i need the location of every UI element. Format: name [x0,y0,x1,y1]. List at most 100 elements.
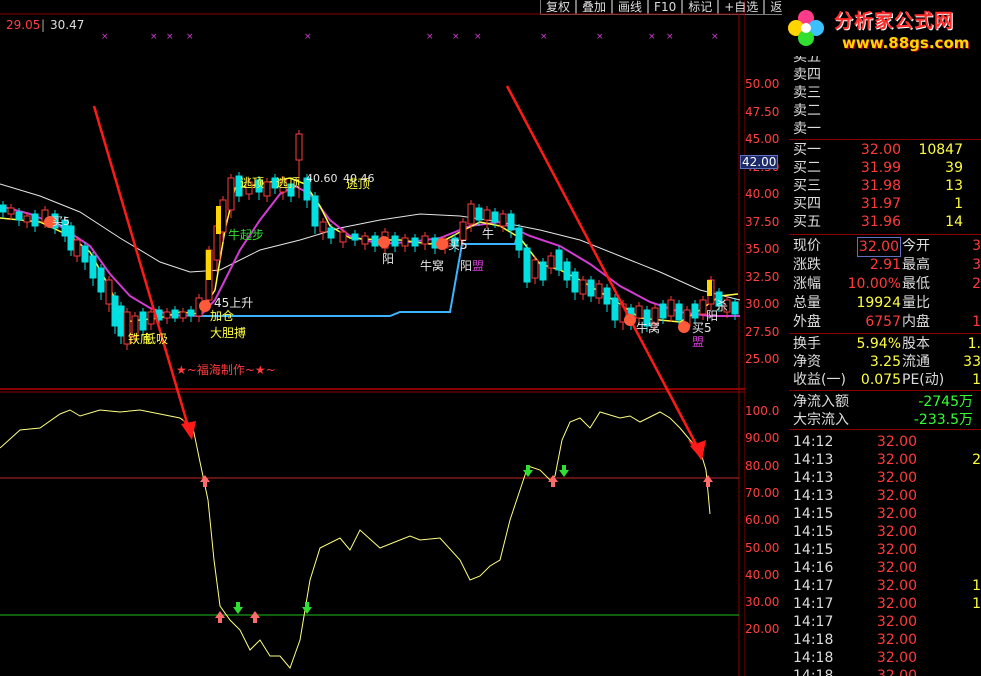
candle-body[interactable] [571,271,579,293]
candle-body[interactable] [587,279,595,297]
candle-body[interactable] [467,203,475,225]
candle-body[interactable] [351,233,359,241]
candle-body[interactable] [555,249,563,271]
price-axis-tick: 30.00 [745,297,780,311]
candle-body[interactable] [31,213,39,227]
candle-body[interactable] [73,239,81,257]
candle-body[interactable] [179,311,187,319]
candle-body[interactable] [0,204,7,213]
signal-markers-top: × × × × × × × × × × × × × [101,32,719,42]
candle-body[interactable] [675,303,683,321]
bull-start-label: 牛起步 [228,228,265,242]
candle-body[interactable] [499,213,507,227]
buy-row[interactable]: 买四 31.97 1 [789,195,981,213]
candle-body[interactable] [475,207,483,221]
candle-body[interactable] [507,213,515,231]
buy-row[interactable]: 买二 31.99 39 [789,159,981,177]
tick-time: 14:17 [793,614,834,630]
candle-body[interactable] [531,259,539,279]
buy-price: 31.99 [860,160,901,176]
tick-price: 32.00 [876,668,917,676]
candle-body[interactable] [227,177,235,211]
tick-price: 32.00 [876,650,917,666]
candle-body[interactable] [691,303,699,319]
candle-body[interactable] [361,235,369,245]
candle-body[interactable] [67,225,75,251]
candle-body[interactable] [659,303,667,319]
buy-price: 31.97 [860,196,901,212]
candle-body[interactable] [421,235,429,245]
candle-body[interactable] [411,237,419,247]
candle-body[interactable] [105,279,113,305]
candle-body[interactable] [371,235,379,247]
sun-label-a: 阳 [382,252,395,266]
candle-body[interactable] [97,267,105,293]
buy-price: 32.00 [860,142,901,158]
candle-body[interactable] [523,247,531,283]
stat-value-2: 3 [972,238,981,254]
candle-body[interactable] [731,301,739,315]
candle-body[interactable] [611,297,619,321]
candle-body[interactable] [23,215,31,223]
buy-row[interactable]: 买三 31.98 13 [789,177,981,195]
candle-body[interactable] [491,211,499,223]
flower-logo-icon [788,10,824,46]
current-price-tag: 42.00 [740,155,779,169]
stat-label: 外盘 [793,314,821,330]
buy-row[interactable]: 买五 31.96 14 [789,213,981,231]
candle-body[interactable] [187,309,195,317]
trend-arrows [92,85,706,460]
candle-body[interactable] [15,211,23,221]
candle-body[interactable] [147,311,155,325]
candle-body[interactable] [319,221,327,233]
sell-label: 卖四 [793,67,821,83]
svg-text:×: × [166,32,174,42]
sell-row: 卖一 [789,120,981,138]
candle-body[interactable] [603,287,611,305]
candle-body[interactable] [635,305,643,319]
candle-body[interactable] [667,299,675,317]
kline-chart[interactable]: × × × × × × × × × × × × × [0,0,745,676]
peak-value-b: 40.46 [343,172,375,185]
candle-body[interactable] [539,261,547,281]
candle-body[interactable] [89,255,97,279]
candle-body[interactable] [295,133,303,161]
candle-body[interactable] [339,231,347,243]
candle-body[interactable] [563,261,571,281]
candle-body[interactable] [171,309,179,319]
tick-row: 14:18 32.00 [789,631,981,649]
quote-panel: 卖五 卖四 卖三 卖二 卖一 买一 32.00 10847 买二 31.99 39 买三 31.98 1… [789,0,981,676]
sun-label-b: 阳 [460,259,473,273]
candle-body[interactable] [81,245,89,263]
tick-time: 14:18 [793,668,834,676]
candle-body[interactable] [263,181,271,197]
candle-body[interactable] [311,195,319,227]
candle-body[interactable] [117,305,125,337]
candle-body[interactable] [139,311,147,331]
buy-label: 买五 [793,214,821,230]
candle-body[interactable] [7,207,15,215]
stat-label-2: 最低 [902,276,930,292]
big-bet-label: 大胆搏 [210,326,247,340]
candle-body[interactable] [401,237,409,247]
candle-body[interactable] [515,227,523,251]
rise-45-label: 45上升 [214,296,254,310]
indicator-axis-tick: 50.00 [745,540,780,555]
flow-label: 大宗流入 [793,412,849,428]
candle-body[interactable] [547,255,555,269]
buy-row[interactable]: 买一 32.00 10847 [789,141,981,159]
candle-body[interactable] [483,209,491,221]
candle-body[interactable] [163,311,171,319]
candle-body[interactable] [111,295,119,327]
candle-body[interactable] [327,227,335,239]
candle-body[interactable] [595,283,603,299]
breakout-bar [206,250,211,280]
tick-row: 14:16 32.00 [789,559,981,577]
tick-row: 14:15 32.00 [789,505,981,523]
candle-body[interactable] [579,279,587,295]
price-axis-tick: 45.00 [745,132,780,146]
svg-text:×: × [711,32,719,42]
candle-body[interactable] [391,235,399,247]
price-axis-tick: 27.50 [745,324,780,339]
indicator-axis-tick: 60.00 [745,513,780,528]
